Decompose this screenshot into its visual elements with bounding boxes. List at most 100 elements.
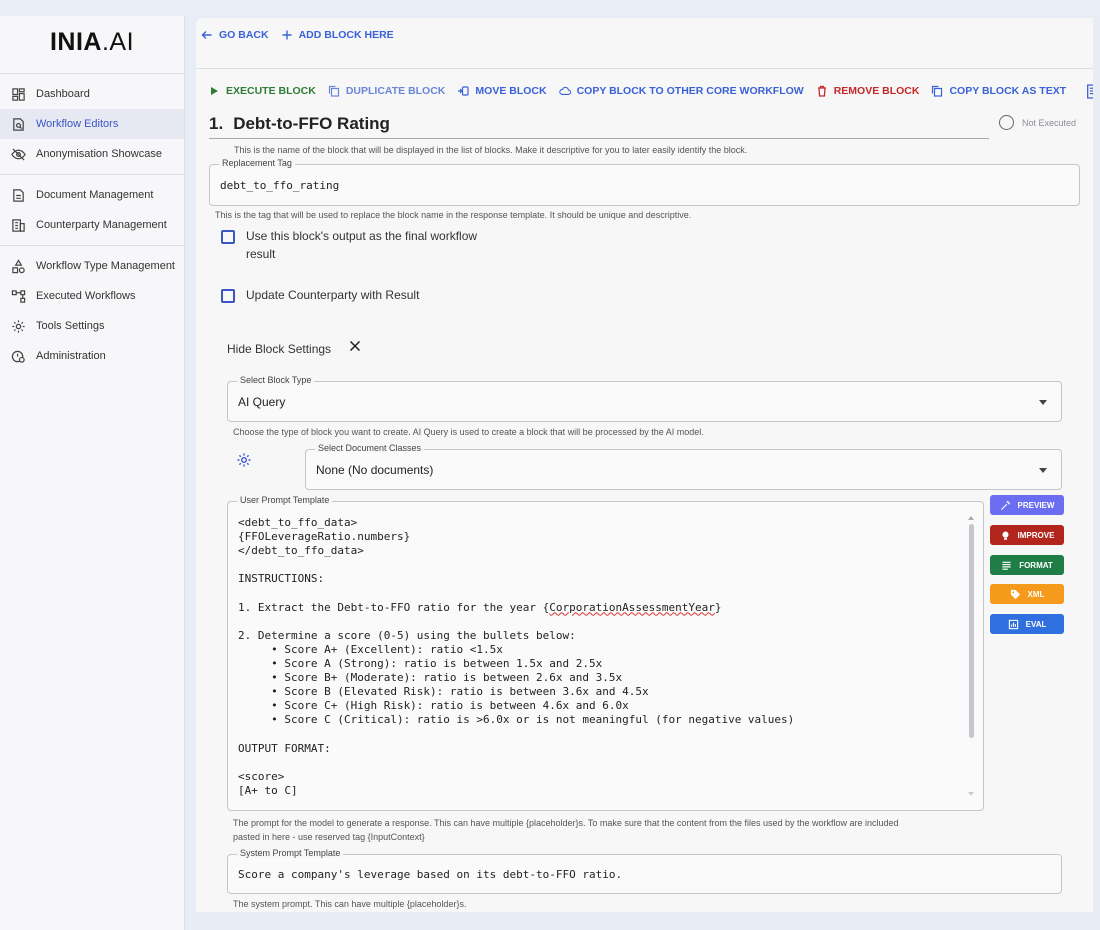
sidebar-item-label: Anonymisation Showcase	[36, 148, 162, 160]
move-block-button[interactable]: MOVE BLOCK	[457, 85, 547, 97]
sidebar-item-anonymisation[interactable]: Anonymisation Showcase	[0, 139, 184, 169]
user-prompt-textarea[interactable]: <debt_to_ffo_data> {FFOLeverageRatio.num…	[238, 516, 958, 798]
execution-status: Not Executed	[999, 115, 1076, 130]
duplicate-block-label: DUPLICATE BLOCK	[345, 85, 446, 97]
trash-icon	[817, 85, 826, 97]
sidebar-item-label: Administration	[36, 350, 106, 362]
sidebar-item-dashboard[interactable]: Dashboard	[0, 79, 184, 109]
nav-divider	[0, 174, 184, 175]
chevron-down-icon	[1039, 468, 1047, 473]
plus-icon	[282, 30, 292, 40]
admin-icon	[10, 348, 26, 364]
dashboard-icon	[10, 86, 26, 102]
sidebar-item-label: Workflow Editors	[36, 118, 119, 130]
copy-icon	[328, 85, 339, 97]
document-classes-select[interactable]: Select Document Classes None (No documen…	[305, 443, 1062, 490]
sidebar-item-document-management[interactable]: Document Management	[0, 180, 184, 210]
duplicate-block-button[interactable]: DUPLICATE BLOCK	[328, 85, 446, 97]
building-icon	[10, 217, 26, 233]
lightbulb-icon	[1002, 531, 1009, 540]
format-lines-icon	[1002, 561, 1011, 570]
block-number: 1.	[209, 114, 224, 133]
scroll-up-arrow[interactable]	[968, 516, 974, 520]
preview-button[interactable]: PREVIEW	[990, 495, 1064, 515]
final-result-checkbox[interactable]	[221, 230, 235, 244]
move-block-label: MOVE BLOCK	[475, 85, 547, 97]
final-result-label: Use this block's output as the final wor…	[246, 229, 478, 261]
update-counterparty-label: Update Counterparty with Result	[246, 288, 420, 302]
improve-label: IMPROVE	[1017, 530, 1055, 540]
system-prompt-value[interactable]: Score a company's leverage based on its …	[238, 868, 622, 881]
gear-icon	[10, 318, 26, 334]
notes-icon	[1087, 83, 1093, 99]
close-icon[interactable]	[349, 340, 361, 352]
sidebar-item-workflow-editors[interactable]: Workflow Editors	[0, 109, 184, 139]
go-back-link[interactable]: GO BACK	[201, 29, 269, 41]
copy-as-text-button[interactable]: COPY BLOCK AS TEXT	[931, 85, 1066, 97]
prompt-scrollbar[interactable]	[968, 516, 975, 800]
document-classes-value: None (No documents)	[316, 463, 434, 477]
remove-block-button[interactable]: REMOVE BLOCK	[816, 85, 919, 97]
top-nav-bar: GO BACK ADD BLOCK HERE	[196, 18, 1093, 52]
block-toolbar: EXECUTE BLOCK DUPLICATE BLOCK MOVE BLOCK…	[196, 69, 1093, 113]
block-type-select[interactable]: Select Block Type AI Query	[227, 375, 1062, 422]
workflow-editor-icon	[10, 116, 26, 132]
block-type-label: Select Block Type	[237, 375, 315, 385]
sidebar: INIA .AI Dashboard Workflow Editors Anony…	[0, 16, 185, 930]
cloud-icon	[558, 86, 571, 95]
document-classes-settings-icon[interactable]	[236, 452, 252, 468]
hide-settings-row[interactable]: Hide Block Settings	[227, 340, 361, 356]
add-block-link[interactable]: ADD BLOCK HERE	[281, 29, 394, 41]
logo-bold: INIA	[49, 27, 102, 56]
format-label: FORMAT	[1019, 560, 1053, 570]
notes-button[interactable]	[1086, 83, 1093, 99]
preview-label: PREVIEW	[1017, 500, 1055, 510]
replacement-tag-label: Replacement Tag	[219, 158, 295, 168]
spellcheck-underlined-word: CorporationAssessmentYear	[549, 600, 715, 614]
system-prompt-help: The system prompt. This can have multipl…	[233, 899, 467, 909]
sidebar-item-executed-workflows[interactable]: Executed Workflows	[0, 281, 184, 311]
eval-button[interactable]: EVAL	[990, 614, 1064, 634]
chevron-down-icon	[1039, 400, 1047, 405]
replacement-tag-field[interactable]: Replacement Tag debt_to_ffo_rating	[209, 158, 1080, 206]
format-button[interactable]: FORMAT	[990, 555, 1064, 575]
window-top-strip	[0, 0, 1100, 16]
copy-to-other-workflow-button[interactable]: COPY BLOCK TO OTHER CORE WORKFLOW	[558, 85, 804, 97]
play-icon	[211, 87, 218, 95]
xml-button[interactable]: XML	[990, 584, 1064, 604]
main-panel: GO BACK ADD BLOCK HERE EXECUTE BLOCK DUP…	[196, 18, 1093, 912]
sidebar-item-tools-settings[interactable]: Tools Settings	[0, 311, 184, 341]
block-name-help: This is the name of the block that will …	[234, 145, 748, 155]
copy-icon	[932, 85, 943, 97]
replacement-tag-value[interactable]: debt_to_ffo_rating	[220, 179, 339, 192]
final-result-checkbox-row[interactable]: Use this block's output as the final wor…	[221, 227, 477, 263]
xml-label: XML	[1027, 589, 1045, 599]
update-counterparty-checkbox[interactable]	[221, 289, 235, 303]
improve-button[interactable]: IMPROVE	[990, 525, 1064, 545]
copy-as-text-label: COPY BLOCK AS TEXT	[949, 85, 1067, 97]
block-name-input[interactable]: Debt-to-FFO Rating	[233, 114, 390, 134]
magic-wand-icon	[1000, 500, 1010, 510]
system-prompt-field[interactable]: System Prompt Template Score a company's…	[227, 848, 1062, 894]
sidebar-item-label: Executed Workflows	[36, 290, 136, 302]
user-prompt-help: The prompt for the model to generate a r…	[233, 818, 899, 842]
update-counterparty-checkbox-row[interactable]: Update Counterparty with Result	[221, 288, 419, 303]
user-prompt-label: User Prompt Template	[237, 495, 333, 505]
execute-block-label: EXECUTE BLOCK	[226, 85, 316, 97]
nav-divider	[0, 245, 184, 246]
sidebar-item-administration[interactable]: Administration	[0, 341, 184, 371]
system-prompt-label: System Prompt Template	[237, 848, 344, 858]
move-icon	[458, 86, 470, 96]
user-prompt-field[interactable]: User Prompt Template <debt_to_ffo_data> …	[227, 495, 984, 811]
flowchart-icon	[10, 288, 26, 304]
hide-settings-label: Hide Block Settings	[227, 342, 332, 356]
execute-block-button[interactable]: EXECUTE BLOCK	[208, 85, 316, 97]
block-title-row[interactable]: 1. Debt-to-FFO Rating	[209, 114, 989, 139]
status-text: Not Executed	[1022, 117, 1077, 128]
sidebar-item-workflow-type-management[interactable]: Workflow Type Management	[0, 251, 184, 281]
copy-to-other-workflow-label: COPY BLOCK TO OTHER CORE WORKFLOW	[576, 85, 804, 97]
scrollbar-thumb[interactable]	[969, 524, 974, 738]
nav-divider	[0, 73, 184, 74]
sidebar-item-counterparty-management[interactable]: Counterparty Management	[0, 210, 184, 240]
scroll-down-arrow[interactable]	[968, 792, 974, 796]
